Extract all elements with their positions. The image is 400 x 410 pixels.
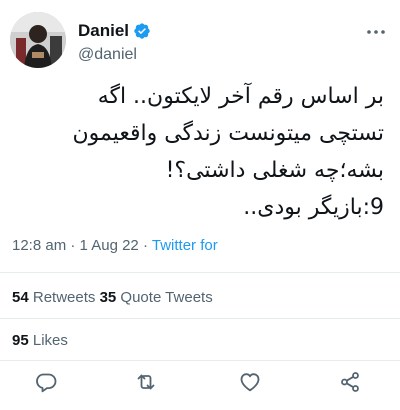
quote-count: 35	[99, 289, 117, 306]
verified-badge-icon	[133, 22, 151, 40]
action-bar	[0, 370, 400, 398]
avatar[interactable]	[10, 12, 66, 68]
tweet-line: تستچی میتونست زندگی واقعیمون	[72, 121, 384, 146]
retweet-icon[interactable]	[134, 370, 158, 394]
tweet-date[interactable]: 1 Aug 22	[80, 237, 139, 254]
likes-count: 95	[12, 332, 29, 349]
quote-label: Quote Tweets	[120, 289, 213, 306]
divider	[0, 360, 400, 361]
meta-separator: ·	[142, 237, 148, 254]
meta-separator: ·	[70, 237, 76, 254]
tweet-time[interactable]: 12:8 am	[12, 237, 66, 254]
divider	[0, 318, 400, 319]
heart-icon[interactable]	[238, 370, 262, 394]
tweet-text: بر اساس رقم آخر لایکتون.. اگه تستچی میتو…	[10, 78, 384, 226]
tweet-line: بر اساس رقم آخر لایکتون.. اگه	[97, 84, 384, 109]
display-name[interactable]: Daniel	[78, 21, 129, 41]
tweet-header: Daniel @daniel	[10, 12, 390, 72]
quote-tweets-stat[interactable]: 35 Quote Tweets	[100, 289, 213, 306]
retweets-count: 54	[12, 289, 29, 306]
avatar-image	[10, 12, 66, 68]
tweet-line: 9:بازیگر بودی..	[243, 195, 384, 220]
tweet-meta: 12:8 am · 1 Aug 22 · Twitter for	[12, 237, 218, 254]
retweets-stat[interactable]: 54 Retweets	[12, 289, 95, 306]
reply-icon[interactable]	[34, 370, 58, 394]
share-icon[interactable]	[338, 370, 362, 394]
more-options-icon[interactable]	[364, 20, 388, 44]
like-stats: 95 Likes	[12, 332, 68, 349]
likes-label: Likes	[32, 332, 68, 349]
divider	[0, 272, 400, 273]
author-block: Daniel @daniel	[78, 20, 151, 64]
handle[interactable]: @daniel	[78, 46, 151, 64]
likes-stat[interactable]: 95 Likes	[12, 332, 68, 349]
retweet-stats: 54 Retweets 35 Quote Tweets	[12, 289, 213, 306]
tweet-source[interactable]: Twitter for	[152, 237, 218, 254]
tweet-line: بشه؛چه شغلی داشتی؟!	[165, 158, 384, 183]
retweets-label: Retweets	[32, 289, 96, 306]
